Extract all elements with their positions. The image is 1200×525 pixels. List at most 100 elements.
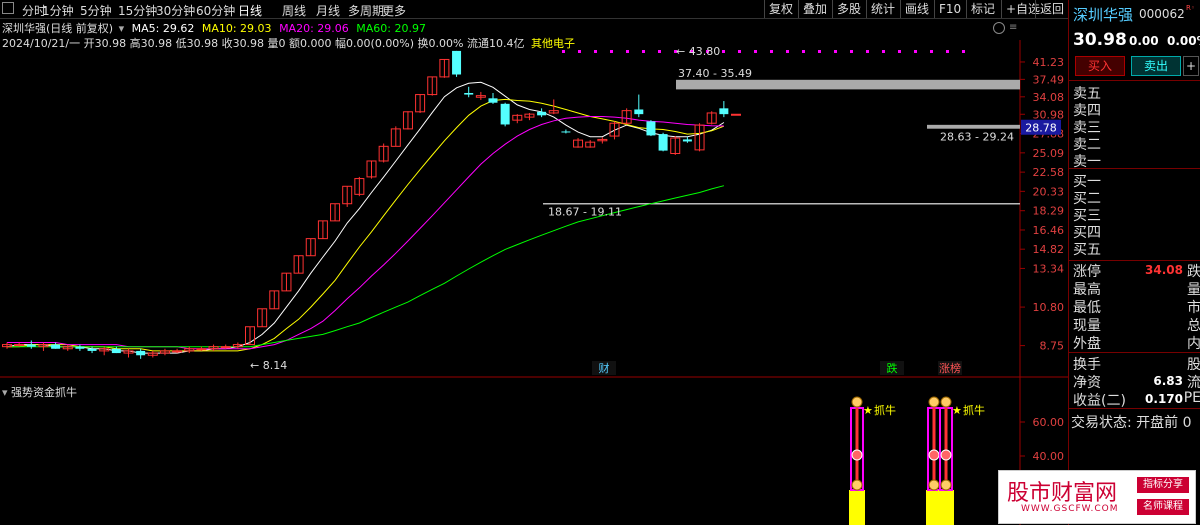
stat-right-label: 内 bbox=[1187, 336, 1200, 352]
candle bbox=[38, 342, 49, 351]
toolbar-button-8[interactable]: 返回 bbox=[1035, 0, 1068, 18]
candle bbox=[75, 344, 85, 351]
candle-body bbox=[75, 346, 85, 349]
candle bbox=[621, 108, 632, 125]
tab-period-4[interactable]: 30分钟 bbox=[156, 2, 195, 19]
chevron-down-icon[interactable]: ▾ bbox=[119, 22, 125, 35]
watermark-url: WWW.GSCFW.COM bbox=[1021, 504, 1119, 514]
ma5-label: MA5: 29.62 bbox=[131, 22, 195, 35]
money-bag-icon bbox=[928, 479, 940, 491]
tab-period-6[interactable]: 日线 bbox=[238, 2, 262, 19]
y-tick-label: 22.58 bbox=[1033, 166, 1065, 179]
coin-icon bbox=[928, 449, 940, 461]
signal-base bbox=[938, 490, 954, 525]
candle-body bbox=[51, 344, 61, 349]
toolbar-button-6[interactable]: 标记 bbox=[966, 0, 999, 18]
toolbar-button-4[interactable]: 画线 bbox=[900, 0, 933, 18]
settings-circle-icon[interactable] bbox=[993, 22, 1005, 34]
candle bbox=[184, 346, 195, 354]
tab-period-1[interactable]: 1分钟 bbox=[42, 2, 74, 19]
toolbar-button-0[interactable]: 复权 bbox=[764, 0, 797, 18]
support-label: 28.63 - 29.24 bbox=[940, 131, 1014, 144]
candle bbox=[609, 121, 620, 140]
indicator-title: ▾ 强势资金抓牛 bbox=[2, 384, 77, 400]
grid-icon[interactable] bbox=[2, 2, 14, 14]
ma20-line bbox=[7, 116, 724, 350]
support-band bbox=[927, 124, 1020, 129]
stat-label: 净资 bbox=[1073, 375, 1101, 391]
tab-period-5[interactable]: 60分钟 bbox=[196, 2, 235, 19]
candle-body bbox=[646, 121, 656, 136]
tab-period-3[interactable]: 15分钟 bbox=[118, 2, 157, 19]
stock-name: 深圳华强 bbox=[1073, 6, 1134, 24]
money-bag-icon bbox=[940, 396, 952, 408]
toolbar-button-1[interactable]: 叠加 bbox=[798, 0, 831, 18]
tab-period-9[interactable]: 多周期 bbox=[348, 2, 384, 19]
candle bbox=[257, 308, 268, 328]
support-line-label: 18.67 - 19.11 bbox=[548, 206, 622, 219]
quote-panel: 深圳华强 000062 R◦ 30.98 0.00 0.00% 买入 卖出 + … bbox=[1068, 0, 1200, 525]
signal-base bbox=[849, 490, 865, 525]
stat-value: 34.08 bbox=[1145, 263, 1183, 277]
candle-body bbox=[87, 348, 97, 351]
add-button[interactable]: + bbox=[1183, 56, 1199, 76]
money-bag-icon bbox=[851, 396, 863, 408]
tab-period-7[interactable]: 周线 bbox=[282, 2, 306, 19]
buy-button[interactable]: 买入 bbox=[1075, 56, 1125, 76]
candle bbox=[452, 50, 462, 77]
stat-right-label: 量 bbox=[1187, 282, 1200, 298]
watermark-brand: 股市财富网 bbox=[1007, 481, 1118, 506]
stat-value: 6.83 bbox=[1153, 374, 1183, 388]
candle bbox=[99, 346, 110, 356]
candle bbox=[682, 136, 692, 143]
candle bbox=[245, 326, 255, 346]
low-annotation: ← 8.14 bbox=[250, 359, 287, 372]
candle bbox=[2, 342, 12, 349]
stat-label: 涨停 bbox=[1073, 264, 1101, 280]
candle-body bbox=[500, 103, 510, 125]
chart-title: 深圳华强(日线 前复权) bbox=[2, 22, 114, 35]
event-marker[interactable]: 跌 bbox=[887, 361, 898, 375]
event-marker[interactable]: 涨榜 bbox=[939, 361, 961, 375]
money-bag-icon bbox=[851, 479, 863, 491]
limit-marker-dot bbox=[930, 50, 933, 53]
limit-marker-dot bbox=[578, 50, 581, 53]
candle bbox=[330, 203, 341, 222]
sell-button[interactable]: 卖出 bbox=[1131, 56, 1181, 76]
tab-period-10[interactable]: 更多 bbox=[382, 2, 406, 19]
y-tick-label: 41.23 bbox=[1033, 56, 1065, 69]
candlestick-chart[interactable]: 41.2337.4934.0830.9827.8825.0922.5820.33… bbox=[0, 40, 1068, 380]
toolbar-button-5[interactable]: F10 bbox=[934, 0, 965, 18]
chevron-down-icon[interactable]: ▾ bbox=[2, 386, 8, 399]
indicator-name: 强势资金抓牛 bbox=[11, 386, 78, 399]
candle-body bbox=[561, 131, 571, 133]
menu-icon[interactable]: ≡ bbox=[1009, 22, 1017, 33]
y-tick-label: 40.00 bbox=[1033, 450, 1065, 463]
candle bbox=[573, 138, 584, 148]
chart-info-line-1: 深圳华强(日线 前复权) ▾ MA5: 29.62 MA10: 29.03 MA… bbox=[2, 20, 426, 36]
ma20-label: MA20: 29.06 bbox=[279, 22, 349, 35]
divider bbox=[1069, 352, 1200, 353]
tab-period-8[interactable]: 月线 bbox=[316, 2, 340, 19]
limit-marker-dot bbox=[562, 50, 565, 53]
tab-period-2[interactable]: 5分钟 bbox=[80, 2, 112, 19]
indicator-chart[interactable]: 60.0040.00★ 抓牛 ★ 抓牛 bbox=[0, 380, 1068, 525]
candle bbox=[658, 132, 668, 152]
candle bbox=[500, 102, 510, 127]
toolbar-button-2[interactable]: 多股 bbox=[832, 0, 865, 18]
event-marker[interactable]: 财 bbox=[599, 361, 610, 375]
candle bbox=[317, 220, 328, 240]
candle bbox=[706, 111, 717, 125]
candle bbox=[14, 342, 25, 347]
y-tick-label: 37.49 bbox=[1033, 73, 1065, 86]
candle bbox=[670, 136, 681, 155]
candle-body bbox=[634, 109, 644, 115]
candle bbox=[87, 346, 97, 354]
y-tick-label: 60.00 bbox=[1033, 416, 1065, 429]
candle bbox=[26, 340, 36, 349]
stat-right-label: PE bbox=[1183, 390, 1200, 406]
limit-marker-dot bbox=[866, 50, 869, 53]
toolbar-button-3[interactable]: 统计 bbox=[866, 0, 899, 18]
limit-marker-dot bbox=[786, 50, 789, 53]
stat-right-label: 跌 bbox=[1187, 264, 1200, 280]
